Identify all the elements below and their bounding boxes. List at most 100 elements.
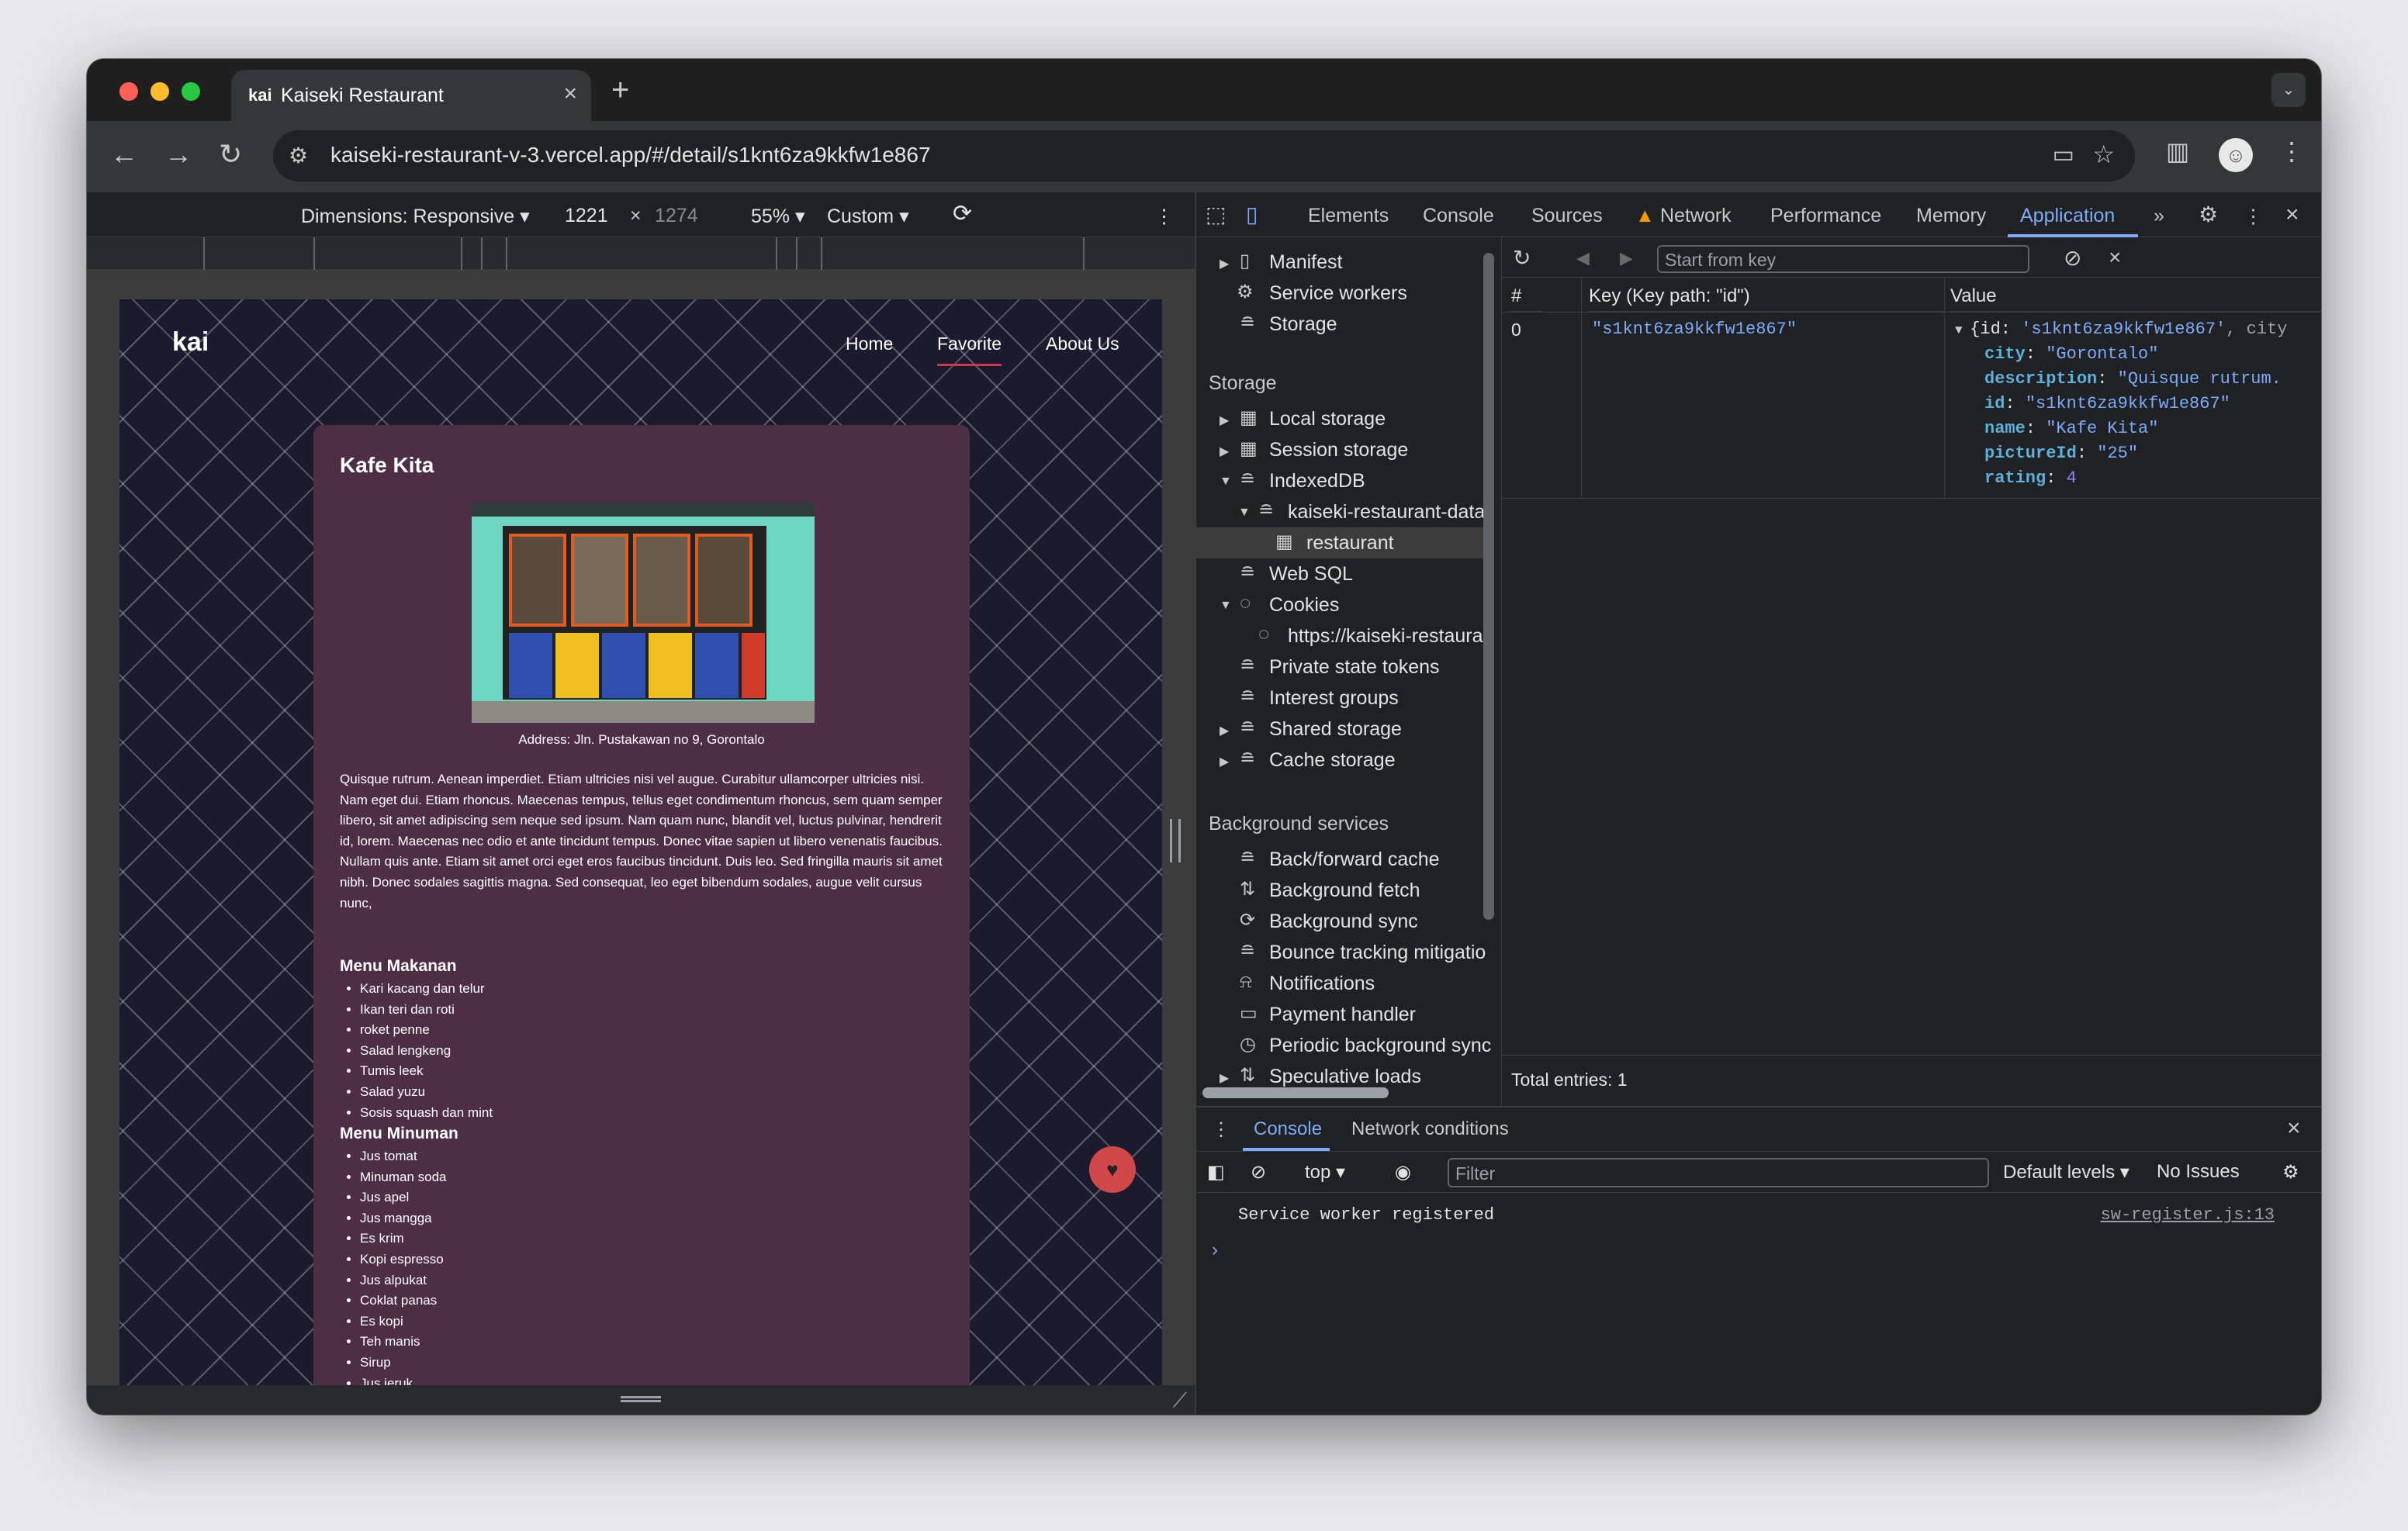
resize-corner-icon[interactable]: ⟋ (1173, 1388, 1187, 1413)
site-info-icon[interactable]: ⚙ (289, 143, 308, 168)
browser-tab[interactable]: kai Kaiseki Restaurant × (231, 70, 591, 121)
tab-memory[interactable]: Memory (1916, 205, 1986, 227)
drawer-tab-network-conditions[interactable]: Network conditions (1351, 1118, 1509, 1140)
issues-counter[interactable]: No Issues (2157, 1161, 2240, 1183)
sidebar-item-cookie-origin[interactable]: https://kaiseki-restaura (1288, 625, 1483, 648)
console-sidebar-icon[interactable]: ◧ (1207, 1161, 1225, 1184)
settings-gear-icon[interactable]: ⚙ (2199, 202, 2218, 227)
minimize-window-button[interactable] (150, 82, 169, 101)
tab-performance[interactable]: Performance (1770, 205, 1881, 227)
live-expression-eye-icon[interactable]: ◉ (1395, 1161, 1411, 1184)
tab-console[interactable]: Console (1423, 205, 1494, 227)
zoom-dropdown[interactable]: 55% ▾ (751, 205, 805, 228)
sidebar-horizontal-scrollbar[interactable] (1202, 1087, 1389, 1098)
side-panel-icon[interactable]: ▥ (2166, 137, 2189, 166)
sidebar-item-cookies[interactable]: Cookies (1269, 594, 1339, 617)
close-tab-icon[interactable]: × (563, 81, 577, 107)
value-property-row[interactable]: name: "Kafe Kita" (1984, 419, 2282, 444)
delete-selected-icon[interactable]: × (2109, 245, 2121, 270)
install-app-icon[interactable]: ▭ (2053, 141, 2074, 168)
sidebar-item-interest-groups[interactable]: Interest groups (1269, 687, 1399, 710)
new-tab-icon[interactable]: + (611, 73, 629, 108)
console-log-source-link[interactable]: sw-register.js:13 (2101, 1205, 2275, 1225)
column-header-index[interactable]: # (1511, 278, 1542, 312)
tab-sources[interactable]: Sources (1531, 205, 1603, 227)
tab-network[interactable]: Network (1660, 205, 1732, 227)
start-from-key-input[interactable]: Start from key (1657, 245, 2029, 273)
nav-home[interactable]: Home (846, 334, 893, 354)
nav-about[interactable]: About Us (1046, 334, 1119, 354)
refresh-icon[interactable]: ↻ (1513, 245, 1531, 271)
sidebar-item-bounce-tracking[interactable]: Bounce tracking mitigatio (1269, 942, 1486, 964)
sidebar-item-kaiseki-db[interactable]: kaiseki-restaurant-data (1288, 501, 1485, 524)
drawer-tab-console[interactable]: Console (1254, 1118, 1322, 1140)
dimensions-dropdown[interactable]: Dimensions: Responsive ▾ (301, 205, 530, 228)
sidebar-item-cache-storage[interactable]: Cache storage (1269, 749, 1396, 772)
width-input[interactable]: 1221 (565, 205, 608, 227)
clear-store-icon[interactable]: ⊘ (2064, 245, 2081, 271)
url-text[interactable]: kaiseki-restaurant-v-3.vercel.app/#/deta… (330, 143, 931, 168)
next-page-icon[interactable]: ▶ (1620, 248, 1633, 268)
sidebar-item-service-workers[interactable]: Service workers (1269, 282, 1407, 305)
drawer-menu-icon[interactable]: ⋮ (1212, 1118, 1230, 1141)
maximize-window-button[interactable] (182, 82, 200, 101)
nav-favorite[interactable]: Favorite (937, 334, 1002, 366)
sidebar-item-shared-storage[interactable]: Shared storage (1269, 718, 1402, 741)
throttle-dropdown[interactable]: Custom ▾ (827, 205, 909, 228)
device-toggle-icon[interactable]: ▯ (1246, 202, 1258, 227)
previous-page-icon[interactable]: ◀ (1576, 248, 1590, 268)
sidebar-item-speculative-loads[interactable]: Speculative loads (1269, 1066, 1421, 1088)
browser-menu-icon[interactable]: ⋮ (2279, 137, 2304, 166)
value-property-row[interactable]: description: "Quisque rutrum. (1984, 369, 2282, 394)
more-tabs-icon[interactable]: » (2154, 205, 2164, 227)
sidebar-item-background-sync[interactable]: Background sync (1269, 911, 1418, 933)
sidebar-item-restaurant-store[interactable]: restaurant (1306, 532, 1394, 555)
sidebar-item-session-storage[interactable]: Session storage (1269, 439, 1408, 461)
log-levels-dropdown[interactable]: Default levels ▾ (2003, 1161, 2129, 1184)
row-index[interactable]: 0 (1511, 320, 1521, 340)
viewport-width-handle[interactable] (1170, 819, 1181, 862)
tab-search-icon[interactable]: ⌄ (2271, 73, 2306, 107)
device-more-icon[interactable]: ⋮ (1154, 205, 1174, 228)
sidebar-item-notifications[interactable]: Notifications (1269, 973, 1375, 995)
media-query-ruler[interactable] (87, 237, 1195, 270)
devtools-menu-icon[interactable]: ⋮ (2244, 205, 2263, 228)
context-dropdown[interactable]: top ▾ (1305, 1161, 1345, 1184)
viewport-height-handle[interactable] (621, 1396, 661, 1402)
clear-console-icon[interactable]: ⊘ (1251, 1161, 1266, 1184)
forward-icon[interactable]: → (164, 138, 192, 171)
rotate-icon[interactable]: ⟳ (953, 200, 972, 227)
value-property-row[interactable]: rating: 4 (1984, 468, 2282, 493)
height-input[interactable]: 1274 (655, 205, 698, 227)
sidebar-item-indexeddb[interactable]: IndexedDB (1269, 470, 1365, 492)
sidebar-item-local-storage[interactable]: Local storage (1269, 408, 1386, 430)
sidebar-item-bfcache[interactable]: Back/forward cache (1269, 848, 1440, 871)
address-bar[interactable]: ⚙ kaiseki-restaurant-v-3.vercel.app/#/de… (273, 130, 2135, 181)
value-property-row[interactable]: pictureId: "25" (1984, 444, 2282, 468)
close-window-button[interactable] (119, 82, 138, 101)
close-drawer-icon[interactable]: × (2287, 1115, 2301, 1142)
heart-icon[interactable]: ♥ (1089, 1146, 1136, 1193)
profile-avatar[interactable]: ☺ (2219, 138, 2253, 172)
inspect-element-icon[interactable]: ⬚ (1206, 202, 1226, 227)
sidebar-item-manifest[interactable]: Manifest (1269, 251, 1342, 274)
console-filter-input[interactable]: Filter (1448, 1158, 1989, 1187)
console-settings-icon[interactable]: ⚙ (2282, 1161, 2299, 1184)
sidebar-item-storage[interactable]: Storage (1269, 313, 1337, 336)
sidebar-item-payment-handler[interactable]: Payment handler (1269, 1004, 1416, 1026)
row-value-summary[interactable]: ▼ {id: 's1knt6za9kkfw1e867', city (1955, 320, 2321, 339)
tab-application[interactable]: Application (2020, 205, 2115, 227)
column-header-key[interactable]: Key (Key path: "id") (1589, 278, 1946, 312)
sidebar-item-periodic-sync[interactable]: Periodic background sync (1269, 1035, 1491, 1057)
sidebar-vertical-scrollbar[interactable] (1483, 253, 1494, 920)
sidebar-item-private-state-tokens[interactable]: Private state tokens (1269, 656, 1440, 679)
site-logo[interactable]: kai (172, 327, 209, 358)
sidebar-item-background-fetch[interactable]: Background fetch (1269, 880, 1420, 902)
value-property-row[interactable]: city: "Gorontalo" (1984, 344, 2282, 369)
row-key[interactable]: "s1knt6za9kkfw1e867" (1592, 320, 1797, 339)
sidebar-item-web-sql[interactable]: Web SQL (1269, 563, 1353, 586)
tab-elements[interactable]: Elements (1308, 205, 1389, 227)
back-icon[interactable]: ← (110, 138, 138, 171)
console-prompt-icon[interactable]: › (1212, 1239, 1218, 1261)
bookmark-star-icon[interactable]: ☆ (2092, 140, 2115, 169)
